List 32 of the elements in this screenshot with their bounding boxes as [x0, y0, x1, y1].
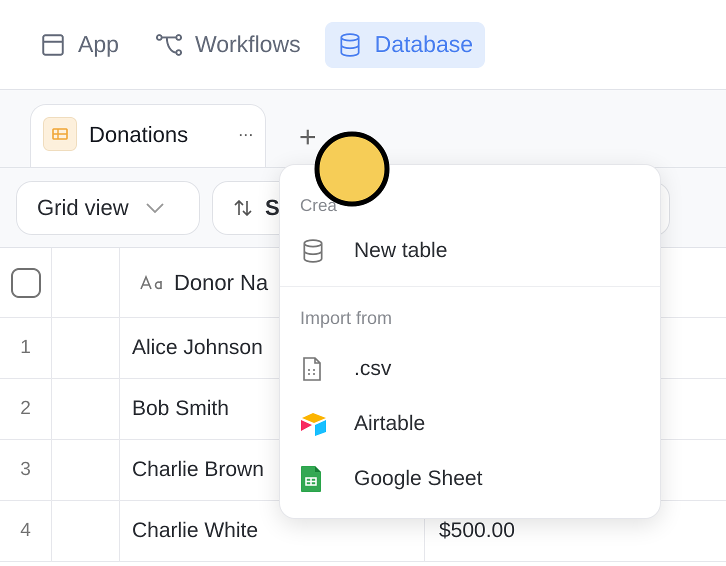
row-number: 2	[20, 396, 31, 421]
nav-tab[interactable]: Workflows	[142, 22, 313, 68]
workflow-icon	[154, 32, 183, 58]
menu-section-label: Import from	[300, 306, 392, 330]
sort-icon	[233, 198, 253, 218]
table-cell-text: Charlie White	[132, 518, 258, 544]
menu-item[interactable]: Airtable	[280, 396, 660, 451]
document-icon	[300, 356, 324, 382]
chevron-down-icon	[144, 202, 165, 214]
table-cell-text: Bob Smith	[132, 396, 229, 422]
row-number: 1	[20, 336, 31, 360]
table-icon	[43, 117, 77, 151]
row-number: 3	[20, 458, 31, 482]
table-cell-text: Charlie Brown	[132, 457, 264, 484]
tab-label: Donations	[89, 120, 190, 148]
menu-item[interactable]: Google Sheet	[280, 451, 660, 506]
airtable-logo-icon	[300, 412, 328, 436]
table-cell-text: $500.00	[439, 518, 515, 544]
table-cell-text: Alice Johnson	[132, 335, 263, 362]
nav-tab[interactable]: App	[28, 22, 131, 68]
more-button[interactable]: ···	[238, 120, 253, 148]
menu-item[interactable]: New table	[280, 223, 660, 278]
add-table-button[interactable]: +	[299, 123, 317, 153]
menu-item[interactable]: .csv	[280, 341, 660, 396]
menu-section-label: Crea	[300, 195, 337, 218]
column-header[interactable]: Donor Na	[174, 266, 268, 299]
row-number: 4	[20, 518, 31, 543]
spreadsheet-icon	[300, 464, 322, 492]
window-icon	[40, 32, 66, 58]
table-tab[interactable]: Donations ···	[30, 104, 266, 167]
view-dropdown[interactable]: Grid view	[16, 180, 200, 234]
select-all-checkbox[interactable]	[10, 268, 40, 298]
